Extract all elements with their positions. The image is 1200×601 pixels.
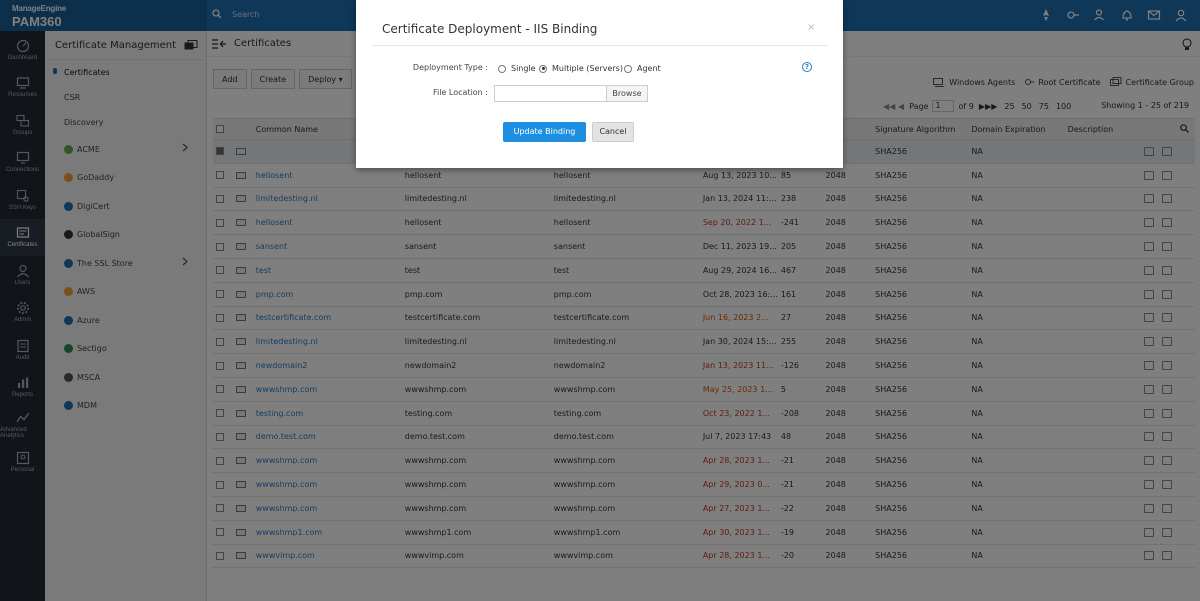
help-icon[interactable]: ? (802, 62, 812, 72)
radio-single[interactable]: Single (498, 64, 536, 73)
file-location-label: File Location : (432, 88, 488, 97)
radio-agent-input[interactable] (624, 64, 632, 73)
radio-multiple-input[interactable] (539, 64, 547, 73)
close-icon[interactable]: × (807, 22, 815, 33)
radio-multiple-label: Multiple (Servers) (552, 64, 623, 73)
file-location-input[interactable] (494, 85, 607, 102)
iis-binding-dialog: Certificate Deployment - IIS Binding × D… (356, 0, 843, 168)
dialog-title: Certificate Deployment - IIS Binding (382, 22, 598, 36)
radio-agent[interactable]: Agent (624, 64, 661, 73)
browse-button[interactable]: Browse (606, 85, 648, 102)
deployment-type-label: Deployment Type : (412, 63, 488, 72)
radio-single-input[interactable] (498, 64, 506, 73)
radio-multiple-servers[interactable]: Multiple (Servers) (539, 64, 623, 73)
dialog-divider (373, 45, 827, 46)
update-binding-button[interactable]: Update Binding (503, 122, 586, 142)
radio-agent-label: Agent (637, 64, 661, 73)
cancel-button[interactable]: Cancel (592, 122, 634, 142)
radio-single-label: Single (511, 64, 536, 73)
